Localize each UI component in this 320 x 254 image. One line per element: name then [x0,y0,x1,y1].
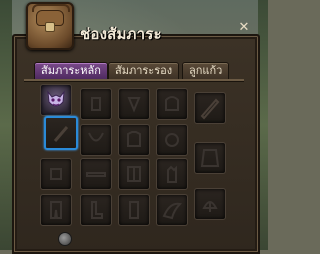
cape-icon [200,149,220,167]
armor-icon [127,131,141,147]
orb-socket-icon [58,232,72,246]
ring-icon [165,133,179,147]
tab-divider [24,79,244,81]
slot-empty-3[interactable] [118,88,150,120]
wing-icon [162,202,183,220]
slot-pants[interactable] [40,194,72,226]
blade-icon [200,98,220,120]
slot-3-icon [127,97,141,113]
belt-icon [86,172,106,177]
slot-necklace[interactable] [80,124,112,156]
slot-boots[interactable] [80,194,112,226]
slot-helmet[interactable] [40,84,72,116]
slot-pet[interactable] [194,188,226,220]
slot-wing[interactable] [156,194,188,226]
slot-selected[interactable] [44,116,78,150]
slot-empty-4[interactable] [156,88,188,120]
backpack-icon [26,2,74,50]
slot-gloves[interactable] [156,158,188,190]
slot-4-icon [165,96,179,111]
staff-icon [53,126,69,142]
tab-secondary-inventory[interactable]: สัมภาระรอง [108,62,180,80]
close-icon[interactable]: ✕ [238,21,250,34]
slot-empty-2[interactable] [80,88,112,120]
slot-armor-top[interactable] [118,124,150,156]
gloves-icon [167,165,177,183]
slot-ring[interactable] [156,124,188,156]
tab-main-inventory[interactable]: สัมภาระหลัก [34,62,108,80]
leggings-icon [129,201,139,219]
window-title: ช่องสัมภาระ [80,25,162,43]
slot-leggings[interactable] [118,194,150,226]
boots-icon [91,201,103,219]
slot-belt[interactable] [80,158,112,190]
slot-weapon-right[interactable] [194,92,226,124]
necklace-icon [88,132,104,142]
pants-icon [50,201,62,219]
slot-9-icon [50,168,62,180]
slot-empty-9[interactable] [40,158,72,190]
slot-cape[interactable] [194,142,226,174]
slot-2-icon [91,97,101,111]
pet-icon [202,201,218,212]
demon-mask-icon [47,90,65,107]
armor-chest-icon [127,166,141,182]
slot-chest[interactable] [118,158,150,190]
tab-orbs[interactable]: ลูกแก้ว [182,62,230,80]
world-foliage-left [0,0,12,250]
